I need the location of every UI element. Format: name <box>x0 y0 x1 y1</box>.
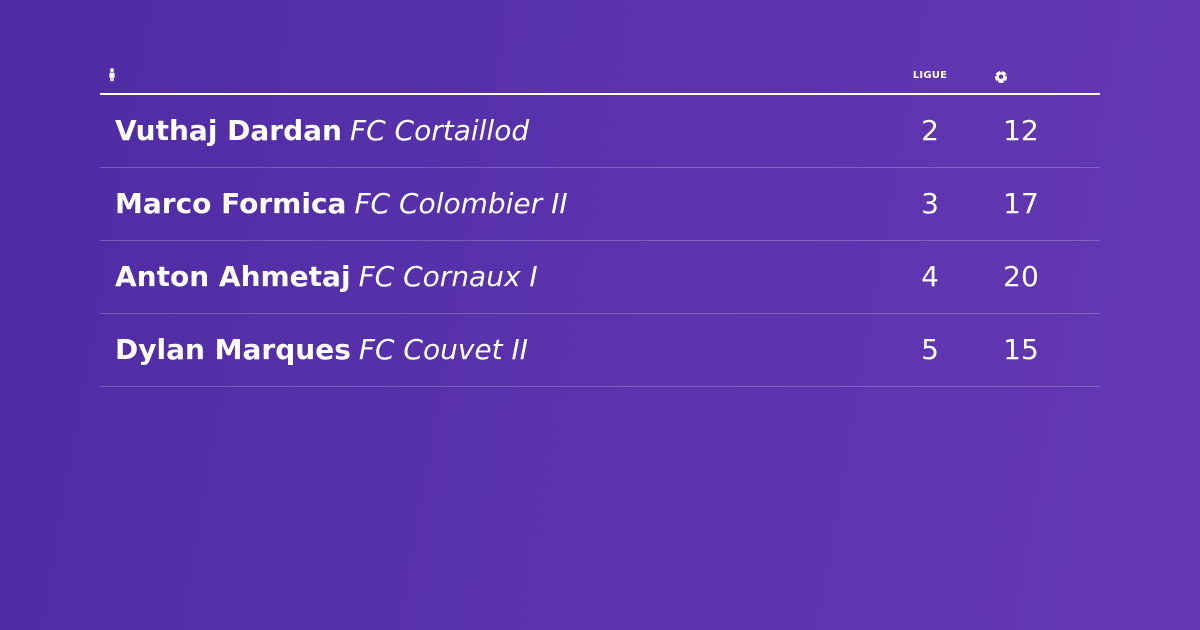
soccer-ball-icon <box>994 69 1008 83</box>
table-header: LIGUE <box>100 60 1100 95</box>
league-value: 4 <box>921 260 939 293</box>
player-name: Dylan Marques <box>115 333 351 366</box>
league-value: 3 <box>921 187 939 220</box>
player-cell: Marco Formica FC Colombier II <box>115 187 568 221</box>
goals-value: 15 <box>1003 333 1039 366</box>
league-value: 2 <box>921 114 939 147</box>
club-name: FC Couvet II <box>358 333 529 366</box>
club-name: FC Cornaux I <box>358 260 538 293</box>
table-row: Vuthaj Dardan FC Cortaillod 2 12 <box>100 95 1100 168</box>
table-row: Dylan Marques FC Couvet II 5 15 <box>100 314 1100 387</box>
goals-value: 12 <box>1003 114 1039 147</box>
club-name: FC Cortaillod <box>349 114 530 147</box>
table-row: Marco Formica FC Colombier II 3 17 <box>100 168 1100 241</box>
goals-value: 20 <box>1003 260 1039 293</box>
player-cell: Dylan Marques FC Couvet II <box>115 333 528 367</box>
league-value: 5 <box>921 333 939 366</box>
player-name: Marco Formica <box>115 187 347 220</box>
person-icon <box>108 67 116 82</box>
table-row: Anton Ahmetaj FC Cornaux I 4 20 <box>100 241 1100 314</box>
column-header-league: LIGUE <box>912 70 948 81</box>
player-cell: Vuthaj Dardan FC Cortaillod <box>115 114 529 148</box>
player-cell: Anton Ahmetaj FC Cornaux I <box>115 260 538 294</box>
player-name: Vuthaj Dardan <box>115 114 342 147</box>
scorers-table: LIGUE Vuthaj Dardan FC Cortaillod 2 12 Ma… <box>100 60 1100 387</box>
player-name: Anton Ahmetaj <box>115 260 351 293</box>
goals-value: 17 <box>1003 187 1039 220</box>
club-name: FC Colombier II <box>354 187 568 220</box>
